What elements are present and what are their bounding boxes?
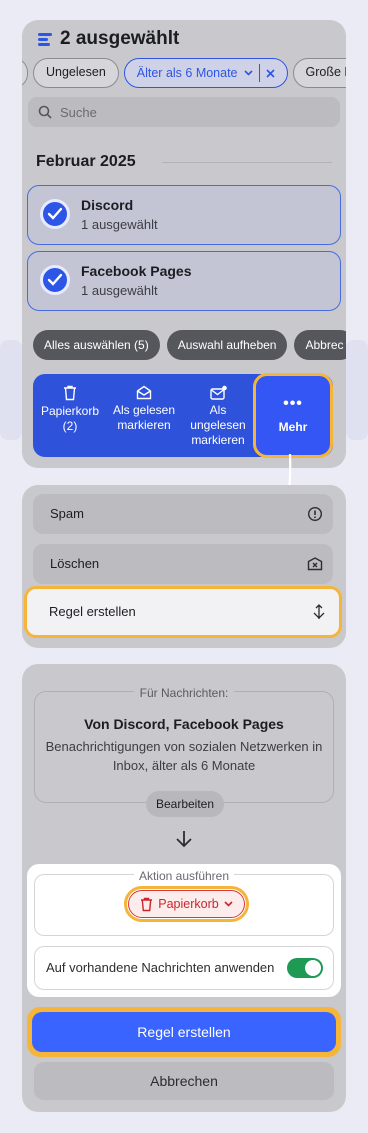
search-icon [38,105,52,119]
sender-name: Facebook Pages [81,263,192,279]
selection-actions: Alles auswählen (5) Auswahl aufheben Abb… [33,330,346,360]
mark-read-label: Als gelesen markieren [112,403,176,432]
action-value: Papierkorb [158,897,219,911]
create-rule-menu-item[interactable]: Regel erstellen [24,586,342,638]
alert-circle-icon [307,506,323,522]
filter-chip-partial[interactable] [22,58,28,88]
arrow-down-icon [176,831,192,848]
sender-selected-count: 1 ausgewählt [81,217,158,232]
filter-chip-label: Älter als 6 Monate [136,65,238,80]
for-label-wrap: Für Nachrichten: [22,684,346,702]
checkbox-checked-icon[interactable] [40,265,70,295]
header: 2 ausgewählt [38,28,179,50]
filter-chip-unread[interactable]: Ungelesen [33,58,119,88]
cancel-button[interactable]: Abbrechen [34,1062,334,1100]
close-icon[interactable] [265,68,275,78]
filter-chips: Ungelesen Älter als 6 Monate Große E-M [22,58,346,88]
rule-arrows-icon [313,604,325,619]
mark-unread-button[interactable]: Als ungelesen markieren [181,374,255,457]
apply-existing-toggle[interactable] [287,958,323,978]
select-all-button[interactable]: Alles auswählen (5) [33,330,160,360]
search-input[interactable]: Suche [28,97,340,127]
delete-label: Löschen [50,556,100,571]
trash-button[interactable]: Papierkorb (2) [33,374,107,457]
action-label-wrap: Aktion ausführen [27,867,341,885]
more-dots-icon: ••• [283,395,303,412]
mark-unread-label: Als ungelesen markieren [190,403,246,447]
spam-menu-item[interactable]: Spam [33,494,333,534]
trash-icon [64,385,76,401]
sender-selected-count: 1 ausgewählt [81,283,158,298]
background-shape [346,340,368,440]
search-placeholder: Suche [60,104,97,120]
chevron-down-icon [224,901,233,907]
trash-label: Papierkorb (2) [40,404,100,433]
more-label: Mehr [278,420,308,434]
rule-from: Von Discord, Facebook Pages [84,716,284,732]
envelope-x-icon [307,557,323,571]
checkbox-checked-icon[interactable] [40,199,70,229]
delete-menu-item[interactable]: Löschen [33,544,333,584]
envelope-open-icon [136,385,152,400]
filter-chip-older-6-months[interactable]: Älter als 6 Monate [123,58,288,88]
edit-button[interactable]: Bearbeiten [146,791,224,817]
apply-existing-label: Auf vorhandene Nachrichten anwenden [46,960,275,975]
menu-icon[interactable] [38,31,52,48]
mark-read-button[interactable]: Als gelesen markieren [107,374,181,457]
trash-icon [141,897,153,911]
chevron-down-icon [243,70,253,76]
apply-existing-row: Auf vorhandene Nachrichten anwenden [34,946,334,990]
rule-action-card: Aktion ausführen Papierkorb Auf vorhande… [27,864,341,997]
create-rule-button-label: Regel erstellen [32,1012,336,1052]
page-title: 2 ausgewählt [60,28,180,49]
cancel-selection-button[interactable]: Abbrec [294,330,346,360]
filter-chip-large-emails[interactable]: Große E-M [292,58,346,88]
action-select[interactable]: Papierkorb [124,886,249,922]
deselect-button[interactable]: Auswahl aufheben [166,330,288,360]
envelope-dot-icon [209,385,227,400]
sender-row-discord[interactable]: Discord 1 ausgewählt [27,185,341,245]
month-heading: Februar 2025 [36,153,136,170]
for-messages-label: Für Nachrichten: [133,686,235,700]
more-button[interactable]: ••• Mehr [253,373,333,458]
sender-row-facebook-pages[interactable]: Facebook Pages 1 ausgewählt [27,251,341,311]
spam-label: Spam [50,506,84,521]
divider [162,162,332,163]
action-label: Aktion ausführen [133,869,235,883]
sender-name: Discord [81,197,134,213]
background-shape [0,340,22,440]
create-rule-label: Regel erstellen [49,604,136,619]
rule-description: Benachrichtigungen von sozialen Netzwerk… [45,739,323,773]
create-rule-button[interactable]: Regel erstellen [27,1007,341,1057]
